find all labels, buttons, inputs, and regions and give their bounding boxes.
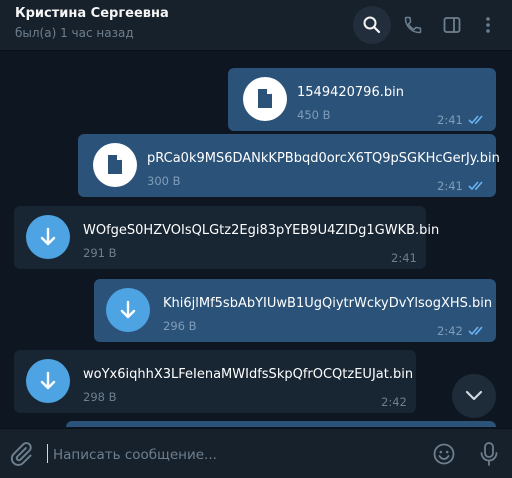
chat-header: Кристина Сергеевна был(а) 1 час назад — [0, 0, 512, 51]
paperclip-icon[interactable] — [8, 441, 34, 467]
double-check-icon — [468, 181, 483, 191]
file-size: 298 B — [83, 390, 117, 404]
sidebar-toggle-button[interactable] — [433, 6, 471, 44]
call-button[interactable] — [394, 6, 432, 44]
file-icon-button[interactable] — [93, 143, 137, 187]
phone-icon — [404, 16, 422, 34]
file-name[interactable]: woYx6iqhhX3LFeIenaMWIdfsSkpQfrOCQtzEUJat… — [83, 367, 413, 382]
message-time: 2:42 — [437, 324, 463, 338]
download-icon — [40, 227, 56, 246]
message-list[interactable]: 1549420796.bin 450 B 2:41 pRCa0k9MS6DANk… — [0, 51, 512, 427]
message-bubble[interactable]: WOfgeS0HZVOIsQLGtz2Egi83pYEB9U4ZIDg1GWKB… — [14, 206, 439, 269]
search-icon — [363, 16, 381, 34]
message-composer — [0, 428, 512, 478]
file-size: 450 B — [297, 108, 331, 122]
text-caret — [47, 444, 48, 463]
file-icon-button[interactable] — [243, 77, 287, 121]
search-button[interactable] — [353, 6, 391, 44]
download-button[interactable] — [106, 288, 150, 332]
double-check-icon — [468, 115, 483, 125]
file-name[interactable]: 1549420796.bin — [297, 85, 404, 100]
contact-name[interactable]: Кристина Сергеевна — [15, 6, 169, 21]
download-button[interactable] — [26, 215, 70, 259]
double-check-icon — [468, 326, 483, 336]
download-button[interactable] — [26, 359, 70, 403]
file-name[interactable]: pRCa0k9MS6DANkKPBbqd0orcX6TQ9pSGKHcGerJy… — [147, 151, 500, 166]
message-time: 2:41 — [391, 251, 417, 265]
message-input[interactable] — [51, 443, 415, 467]
download-icon — [40, 371, 56, 390]
file-size: 300 B — [147, 174, 181, 188]
message-time: 2:42 — [381, 395, 407, 409]
scroll-to-bottom-button[interactable] — [452, 374, 496, 418]
chevron-down-icon — [465, 390, 483, 401]
contact-status: был(а) 1 час назад — [15, 26, 134, 40]
download-icon — [120, 300, 136, 319]
file-size: 291 B — [83, 246, 117, 260]
document-icon — [108, 155, 122, 174]
message-bubble[interactable] — [66, 421, 496, 427]
document-icon — [258, 89, 272, 108]
message-bubble[interactable]: 1549420796.bin 450 B 2:41 — [228, 68, 496, 131]
message-time: 2:41 — [437, 179, 463, 193]
more-button[interactable] — [469, 6, 507, 44]
file-name[interactable]: Khi6jlMf5sbAbYIUwB1UgQiytrWckyDvYlsogXHS… — [163, 296, 492, 311]
file-name[interactable]: WOfgeS0HZVOIsQLGtz2Egi83pYEB9U4ZIDg1GWKB… — [83, 223, 439, 238]
message-bubble[interactable]: pRCa0k9MS6DANkKPBbqd0orcX6TQ9pSGKHcGerJy… — [78, 134, 500, 197]
emoji-icon[interactable] — [432, 442, 456, 466]
sidebar-toggle-icon — [443, 17, 461, 33]
microphone-icon[interactable] — [477, 441, 501, 467]
message-time: 2:41 — [437, 113, 463, 127]
message-bubble[interactable]: Khi6jlMf5sbAbYIUwB1UgQiytrWckyDvYlsogXHS… — [94, 279, 496, 342]
message-bubble[interactable]: woYx6iqhhX3LFeIenaMWIdfsSkpQfrOCQtzEUJat… — [14, 350, 416, 413]
file-size: 296 B — [163, 319, 197, 333]
more-icon — [486, 17, 490, 33]
